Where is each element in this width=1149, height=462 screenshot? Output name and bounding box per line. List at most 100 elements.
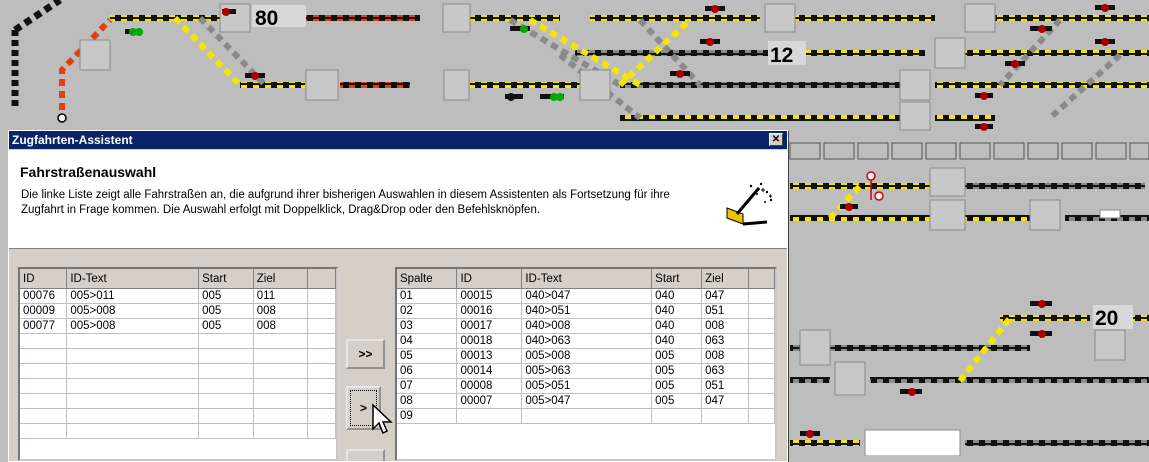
table-cell: 07 bbox=[397, 378, 458, 394]
table-cell: 005>051 bbox=[521, 378, 653, 394]
column-header[interactable]: ID-Text bbox=[521, 269, 653, 289]
table-row[interactable]: 02 00016 040>051 040 051 bbox=[397, 303, 775, 319]
column-header[interactable]: Ziel bbox=[253, 269, 309, 289]
block-row bbox=[789, 142, 1149, 160]
page-title: Fahrstraßenauswahl bbox=[20, 164, 157, 180]
column-header[interactable]: Ziel bbox=[701, 269, 750, 289]
table-cell: 05 bbox=[397, 348, 458, 364]
table-cell: 00015 bbox=[456, 288, 523, 304]
table-cell bbox=[521, 408, 653, 424]
table-cell: 08 bbox=[397, 393, 458, 409]
table-cell: 005 bbox=[651, 348, 703, 364]
column-header[interactable]: ID bbox=[456, 269, 523, 289]
table-row-empty[interactable] bbox=[20, 408, 336, 424]
table-row[interactable]: 05 00013 005>008 005 008 bbox=[397, 348, 775, 364]
table-cell: 040>063 bbox=[521, 333, 653, 349]
column-header[interactable]: ID-Text bbox=[66, 269, 200, 289]
table-cell: 040 bbox=[651, 288, 703, 304]
route-assistant-dialog: Zugfahrten-Assistent ✕ Fahrstraßenauswah… bbox=[8, 130, 788, 462]
table-cell: 005>008 bbox=[66, 318, 200, 334]
column-header[interactable]: ID bbox=[20, 269, 68, 289]
table-row[interactable]: 00076 005>011 005 011 bbox=[20, 288, 336, 304]
table-cell: 063 bbox=[701, 333, 750, 349]
block-number-12: 12 bbox=[770, 44, 793, 67]
table-cell: 047 bbox=[701, 288, 750, 304]
table-cell bbox=[701, 408, 750, 424]
table-cell: 00013 bbox=[456, 348, 523, 364]
table-cell: 00077 bbox=[20, 318, 68, 334]
table-cell: 005 bbox=[198, 288, 254, 304]
table-cell: 005 bbox=[198, 303, 254, 319]
add-all-button[interactable]: >> bbox=[346, 339, 385, 369]
table-cell: 00008 bbox=[456, 378, 523, 394]
block-number-80: 80 bbox=[255, 7, 278, 30]
table-cell: 005>011 bbox=[66, 288, 200, 304]
table-cell: 011 bbox=[253, 288, 309, 304]
table-row-empty[interactable] bbox=[20, 423, 336, 439]
table-row[interactable]: 03 00017 040>008 040 008 bbox=[397, 318, 775, 334]
close-icon: ✕ bbox=[771, 134, 781, 145]
table-cell: 008 bbox=[253, 318, 309, 334]
table-cell: 008 bbox=[701, 348, 750, 364]
table-row[interactable]: 07 00008 005>051 005 051 bbox=[397, 378, 775, 394]
table-cell: 00014 bbox=[456, 363, 523, 379]
available-routes-list[interactable]: ID ID-Text Start Ziel 00076 005>011 005 011… bbox=[18, 267, 338, 461]
table-row[interactable]: 08 00007 005>047 005 047 bbox=[397, 393, 775, 409]
table-row[interactable]: 04 00018 040>063 040 063 bbox=[397, 333, 775, 349]
table-cell: 00016 bbox=[456, 303, 523, 319]
table-cell: 040>047 bbox=[521, 288, 653, 304]
column-header[interactable]: Start bbox=[198, 269, 254, 289]
table-row[interactable]: 09 bbox=[397, 408, 775, 424]
available-routes-table: ID ID-Text Start Ziel 00076 005>011 005 011… bbox=[20, 269, 336, 439]
table-header: Spalte ID ID-Text Start Ziel bbox=[397, 269, 775, 289]
table-cell: 06 bbox=[397, 363, 458, 379]
column-header[interactable]: Spalte bbox=[397, 269, 458, 289]
table-cell: 00018 bbox=[456, 333, 523, 349]
table-cell: 005 bbox=[651, 363, 703, 379]
wizard-wand-icon bbox=[726, 182, 773, 226]
table-cell: 040 bbox=[651, 333, 703, 349]
block-number-20: 20 bbox=[1095, 307, 1118, 330]
table-row[interactable]: 00009 005>008 005 008 bbox=[20, 303, 336, 319]
column-header[interactable]: Start bbox=[651, 269, 703, 289]
close-button[interactable]: ✕ bbox=[769, 133, 783, 146]
table-cell: 01 bbox=[397, 288, 458, 304]
table-row-empty[interactable] bbox=[20, 333, 336, 349]
table-row-empty[interactable] bbox=[20, 378, 336, 394]
table-cell: 005>063 bbox=[521, 363, 653, 379]
page-description: Die linke Liste zeigt alle Fahrstraßen a… bbox=[21, 189, 670, 216]
table-header: ID ID-Text Start Ziel bbox=[20, 269, 336, 289]
table-cell: 03 bbox=[397, 318, 458, 334]
table-cell: 02 bbox=[397, 303, 458, 319]
table-cell: 051 bbox=[701, 303, 750, 319]
table-cell bbox=[651, 408, 703, 424]
table-cell: 00017 bbox=[456, 318, 523, 334]
table-cell: 005>047 bbox=[521, 393, 653, 409]
table-row[interactable]: 00077 005>008 005 008 bbox=[20, 318, 336, 334]
selected-routes-table: Spalte ID ID-Text Start Ziel 01 00015 040>… bbox=[397, 269, 775, 424]
table-cell: 00009 bbox=[20, 303, 68, 319]
table-cell: 00007 bbox=[456, 393, 523, 409]
table-cell: 040 bbox=[651, 303, 703, 319]
table-row-empty[interactable] bbox=[20, 348, 336, 364]
dialog-titlebar[interactable]: Zugfahrten-Assistent ✕ bbox=[9, 131, 787, 149]
table-cell: 005>008 bbox=[66, 303, 200, 319]
table-cell: 040 bbox=[651, 318, 703, 334]
mouse-cursor-icon bbox=[372, 403, 393, 435]
column-header-filler bbox=[748, 269, 775, 289]
table-cell: 005 bbox=[651, 393, 703, 409]
table-row-empty[interactable] bbox=[20, 363, 336, 379]
table-cell: 008 bbox=[253, 303, 309, 319]
selected-routes-list[interactable]: Spalte ID ID-Text Start Ziel 01 00015 040>… bbox=[395, 267, 777, 461]
table-row[interactable]: 06 00014 005>063 005 063 bbox=[397, 363, 775, 379]
table-cell: 040>008 bbox=[521, 318, 653, 334]
table-cell: 005>008 bbox=[521, 348, 653, 364]
table-row[interactable]: 01 00015 040>047 040 047 bbox=[397, 288, 775, 304]
table-cell: 005 bbox=[198, 318, 254, 334]
table-row-empty[interactable] bbox=[20, 393, 336, 409]
dialog-title: Zugfahrten-Assistent bbox=[12, 133, 133, 147]
table-cell: 008 bbox=[701, 318, 750, 334]
table-cell: 09 bbox=[397, 408, 458, 424]
table-cell: 051 bbox=[701, 378, 750, 394]
table-cell: 063 bbox=[701, 363, 750, 379]
